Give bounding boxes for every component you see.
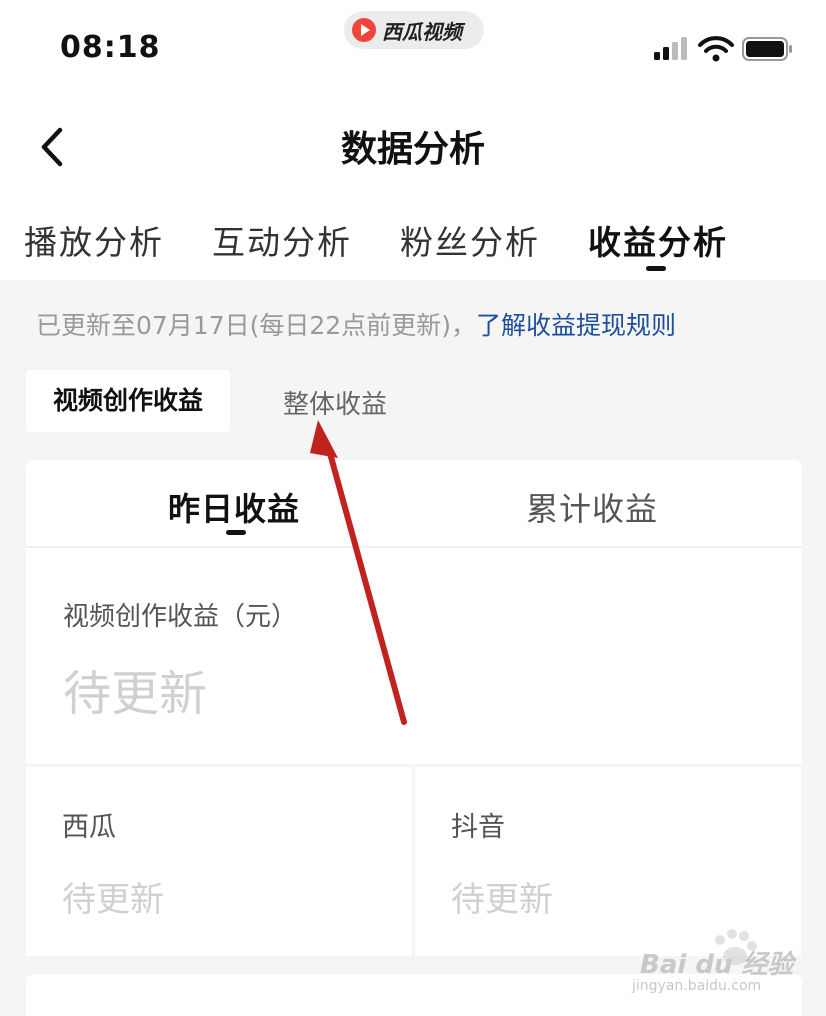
analysis-tabs: 播放分析 互动分析 粉丝分析 收益分析 [0, 208, 826, 280]
watermark-text: Bai du 经验 [640, 950, 794, 980]
tab-revenue-analysis[interactable]: 收益分析 [588, 216, 728, 264]
update-notice: 已更新至07月17日(每日22点前更新)，了解收益提现规则 [36, 306, 676, 342]
page-title: 数据分析 [340, 129, 485, 170]
revenue-rules-link[interactable]: 了解收益提现规则 [476, 311, 676, 340]
tab-interaction-analysis[interactable]: 互动分析 [212, 216, 352, 264]
douyin-value: 待更新 [451, 880, 553, 920]
tab-fans-analysis[interactable]: 粉丝分析 [400, 216, 540, 264]
revenue-period-tabs: 昨日收益 累计收益 [26, 460, 802, 547]
video-creation-revenue-block: 视频创作收益（元） 待更新 [26, 548, 802, 764]
status-time: 08:18 [60, 30, 161, 65]
tab-cumulative-revenue[interactable]: 累计收益 [526, 484, 658, 530]
battery-icon [742, 37, 792, 61]
signal-icon [654, 37, 687, 60]
active-tab-indicator [646, 266, 666, 271]
revenue-card: 昨日收益 累计收益 视频创作收益（元） 待更新 西瓜 待更新 抖音 待更新 [26, 460, 802, 956]
period-tab-indicator [226, 530, 246, 535]
watermark-url: jingyan.baidu.com [632, 978, 762, 994]
video-creation-revenue-value: 待更新 [63, 666, 208, 722]
subtab-overall-revenue[interactable]: 整体收益 [283, 384, 387, 421]
wifi-icon [698, 36, 734, 62]
douyin-label: 抖音 [451, 812, 505, 843]
app-indicator-pill[interactable]: 西瓜视频 [344, 11, 484, 49]
xigua-revenue-block: 西瓜 待更新 [26, 767, 412, 956]
update-notice-text: 已更新至07月17日(每日22点前更新)， [36, 311, 476, 340]
app-name: 西瓜视频 [382, 19, 462, 44]
app-logo-icon [352, 18, 376, 42]
tab-play-analysis[interactable]: 播放分析 [24, 216, 164, 264]
status-bar: 08:18 西瓜视频 [0, 0, 826, 90]
video-creation-revenue-label: 视频创作收益（元） [63, 602, 298, 632]
subtab-video-creation-revenue[interactable]: 视频创作收益 [26, 370, 230, 432]
tab-yesterday-revenue[interactable]: 昨日收益 [168, 484, 300, 530]
xigua-value: 待更新 [62, 880, 164, 920]
xigua-label: 西瓜 [62, 812, 116, 843]
